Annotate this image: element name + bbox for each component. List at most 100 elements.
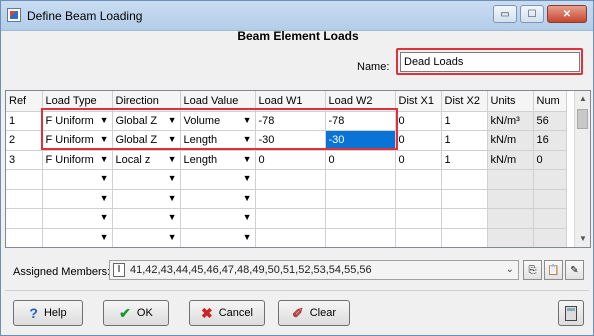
grid-cell[interactable]: 1 bbox=[441, 111, 488, 131]
dropdown-arrow-icon[interactable]: ▼ bbox=[168, 193, 177, 203]
dropdown-arrow-icon[interactable]: ▼ bbox=[100, 232, 109, 242]
grid-cell[interactable]: F Uniform ▼ bbox=[42, 150, 113, 170]
grid-cell[interactable] bbox=[441, 189, 488, 209]
scroll-thumb[interactable] bbox=[577, 109, 588, 129]
ok-button[interactable]: ✔ OK bbox=[103, 300, 169, 326]
column-header[interactable]: Load Value bbox=[180, 91, 256, 112]
grid-cell[interactable]: 1 bbox=[6, 111, 43, 131]
grid-cell[interactable]: Local z ▼ bbox=[112, 150, 181, 170]
column-header[interactable]: Load W2 bbox=[325, 91, 396, 112]
grid-cell[interactable]: 3 bbox=[6, 150, 43, 170]
grid-cell[interactable]: Volume ▼ bbox=[180, 111, 256, 131]
grid-cell[interactable]: -30 bbox=[325, 130, 396, 151]
column-header[interactable]: Dist X2 bbox=[441, 91, 488, 112]
grid-cell[interactable] bbox=[255, 169, 326, 190]
grid-cell[interactable] bbox=[255, 189, 326, 209]
grid-cell[interactable]: Global Z ▼ bbox=[112, 111, 181, 131]
grid-cell[interactable]: ▼ bbox=[180, 228, 256, 247]
chevron-down-icon[interactable]: ⌄ bbox=[506, 264, 514, 275]
grid-cell[interactable] bbox=[395, 208, 442, 229]
grid-cell[interactable]: ▼ bbox=[42, 189, 113, 209]
grid-cell[interactable]: Global Z ▼ bbox=[112, 130, 181, 151]
grid-cell[interactable]: ▼ bbox=[112, 208, 181, 229]
column-header[interactable]: Num bbox=[533, 91, 567, 112]
close-button[interactable]: ✕ bbox=[547, 5, 587, 23]
cancel-button[interactable]: ✖ Cancel bbox=[189, 300, 265, 326]
name-input[interactable] bbox=[400, 52, 580, 72]
dropdown-arrow-icon[interactable]: ▼ bbox=[100, 134, 109, 144]
grid-cell[interactable]: ▼ bbox=[180, 189, 256, 209]
paste-icon[interactable]: 📋 bbox=[544, 260, 563, 280]
minimize-button[interactable]: ▭ bbox=[493, 5, 517, 23]
dropdown-arrow-icon[interactable]: ▼ bbox=[243, 154, 252, 164]
grid-cell[interactable]: ▼ bbox=[42, 228, 113, 247]
column-header[interactable]: Load W1 bbox=[255, 91, 326, 112]
grid-cell[interactable]: 1 bbox=[441, 130, 488, 151]
grid-vertical-scrollbar[interactable]: ▲ ▼ bbox=[574, 91, 590, 247]
grid-cell[interactable] bbox=[395, 169, 442, 190]
grid-cell[interactable]: 0 bbox=[325, 150, 396, 170]
help-button[interactable]: ? Help bbox=[13, 300, 83, 326]
grid-cell[interactable]: 0 bbox=[255, 150, 326, 170]
dropdown-arrow-icon[interactable]: ▼ bbox=[243, 173, 252, 183]
edit-icon[interactable]: ✎ bbox=[565, 260, 584, 280]
clear-button[interactable]: ✐ Clear bbox=[278, 300, 350, 326]
calculator-button[interactable] bbox=[558, 300, 584, 326]
grid-cell[interactable] bbox=[255, 208, 326, 229]
grid-cell[interactable] bbox=[325, 228, 396, 247]
dropdown-arrow-icon[interactable]: ▼ bbox=[100, 173, 109, 183]
grid-cell[interactable]: Length ▼ bbox=[180, 150, 256, 170]
grid-cell[interactable]: Length ▼ bbox=[180, 130, 256, 151]
dropdown-arrow-icon[interactable]: ▼ bbox=[100, 212, 109, 222]
dropdown-arrow-icon[interactable]: ▼ bbox=[168, 212, 177, 222]
grid-cell[interactable] bbox=[255, 228, 326, 247]
loads-grid[interactable]: Ref Load Type Direction Load Value Load W1 Lo… bbox=[5, 90, 591, 248]
grid-cell[interactable] bbox=[6, 208, 43, 229]
grid-cell[interactable]: ▼ bbox=[112, 169, 181, 190]
dropdown-arrow-icon[interactable]: ▼ bbox=[100, 115, 109, 125]
dropdown-arrow-icon[interactable]: ▼ bbox=[243, 115, 252, 125]
column-header[interactable]: Direction bbox=[112, 91, 181, 112]
grid-cell[interactable]: ▼ bbox=[112, 189, 181, 209]
dropdown-arrow-icon[interactable]: ▼ bbox=[168, 173, 177, 183]
grid-cell[interactable] bbox=[441, 169, 488, 190]
dropdown-arrow-icon[interactable]: ▼ bbox=[100, 154, 109, 164]
grid-cell[interactable] bbox=[325, 189, 396, 209]
grid-cell[interactable]: 0 bbox=[395, 130, 442, 151]
column-header[interactable]: Dist X1 bbox=[395, 91, 442, 112]
dropdown-arrow-icon[interactable]: ▼ bbox=[243, 193, 252, 203]
grid-cell[interactable]: ▼ bbox=[180, 169, 256, 190]
grid-cell[interactable]: ▼ bbox=[112, 228, 181, 247]
grid-cell[interactable]: 2 bbox=[6, 130, 43, 151]
assigned-members-field[interactable]: I 41,42,43,44,45,46,47,48,49,50,51,52,53… bbox=[109, 260, 519, 280]
grid-cell[interactable]: F Uniform ▼ bbox=[42, 130, 113, 151]
column-header[interactable]: Load Type bbox=[42, 91, 113, 112]
dropdown-arrow-icon[interactable]: ▼ bbox=[168, 154, 177, 164]
grid-cell[interactable]: -30 bbox=[255, 130, 326, 151]
dropdown-arrow-icon[interactable]: ▼ bbox=[168, 115, 177, 125]
dropdown-arrow-icon[interactable]: ▼ bbox=[243, 212, 252, 222]
maximize-button[interactable]: ☐ bbox=[520, 5, 544, 23]
grid-cell[interactable] bbox=[325, 208, 396, 229]
grid-cell[interactable] bbox=[325, 169, 396, 190]
grid-cell[interactable] bbox=[441, 208, 488, 229]
grid-cell[interactable]: ▼ bbox=[180, 208, 256, 229]
column-header[interactable]: Units bbox=[487, 91, 534, 112]
grid-cell[interactable]: 1 bbox=[441, 150, 488, 170]
dropdown-arrow-icon[interactable]: ▼ bbox=[168, 134, 177, 144]
grid-cell[interactable]: -78 bbox=[255, 111, 326, 131]
grid-cell[interactable]: ▼ bbox=[42, 208, 113, 229]
copy-icon[interactable]: ⎘ bbox=[523, 260, 542, 280]
grid-cell[interactable]: -78 bbox=[325, 111, 396, 131]
grid-cell[interactable] bbox=[395, 228, 442, 247]
dropdown-arrow-icon[interactable]: ▼ bbox=[100, 193, 109, 203]
grid-cell[interactable]: ▼ bbox=[42, 169, 113, 190]
grid-cell[interactable]: 0 bbox=[395, 111, 442, 131]
dropdown-arrow-icon[interactable]: ▼ bbox=[168, 232, 177, 242]
dropdown-arrow-icon[interactable]: ▼ bbox=[243, 134, 252, 144]
grid-cell[interactable] bbox=[395, 189, 442, 209]
column-header[interactable]: Ref bbox=[6, 91, 43, 112]
scroll-down-icon[interactable]: ▼ bbox=[575, 231, 590, 247]
grid-cell[interactable] bbox=[6, 189, 43, 209]
grid-cell[interactable]: F Uniform ▼ bbox=[42, 111, 113, 131]
